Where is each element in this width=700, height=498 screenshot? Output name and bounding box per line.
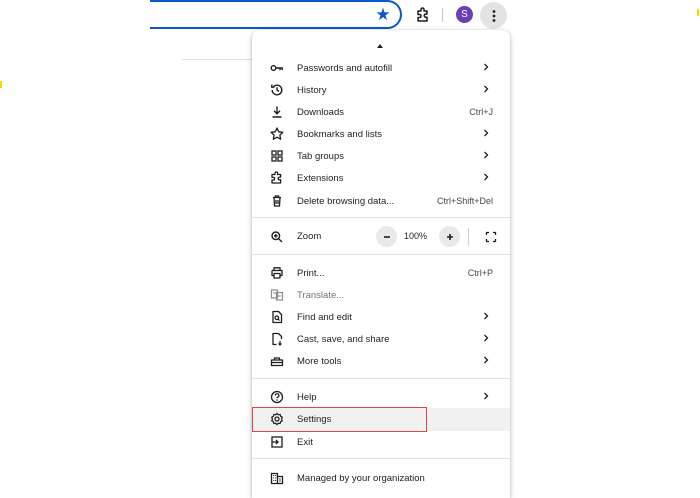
shortcut-label: Ctrl+Shift+Del (436, 196, 493, 206)
zoom-row: Zoom 100% (252, 226, 510, 248)
exit-icon (269, 434, 285, 450)
bookmark-star-icon[interactable]: ★ (374, 6, 392, 24)
menu-divider (252, 217, 510, 218)
chevron-right-icon (480, 390, 492, 402)
menu-item-find-and-edit[interactable]: Find and edit (252, 306, 510, 328)
menu-item-label: Downloads (297, 106, 344, 118)
translate-icon (269, 287, 285, 303)
printer-icon (269, 265, 285, 281)
menu-item-translate: Translate... (252, 284, 510, 306)
shortcut-label: Ctrl+P (467, 268, 493, 278)
chevron-right-icon (480, 83, 492, 95)
zoom-separator (468, 228, 469, 246)
menu-item-label: Help (297, 391, 317, 403)
menu-item-print[interactable]: Print... Ctrl+P (252, 262, 510, 284)
chrome-menu: Passwords and autofill History Downloads… (252, 30, 510, 498)
menu-item-label: Exit (297, 436, 313, 448)
menu-item-label: Managed by your organization (297, 472, 425, 484)
chevron-right-icon (480, 127, 492, 139)
chevron-right-icon (480, 171, 492, 183)
download-icon (269, 104, 285, 120)
fullscreen-icon (485, 231, 496, 242)
chevron-right-icon (480, 310, 492, 322)
menu-item-tab-groups[interactable]: Tab groups (252, 145, 510, 167)
menu-item-label: Delete browsing data... (297, 195, 395, 207)
more-vert-icon[interactable] (480, 2, 507, 29)
menu-item-history[interactable]: History (252, 79, 510, 101)
star-outline-icon (269, 126, 285, 142)
zoom-out-button[interactable] (376, 226, 397, 247)
extensions-icon[interactable] (413, 5, 433, 25)
menu-item-label: Tab groups (297, 150, 345, 162)
zoom-in-button[interactable] (439, 226, 460, 247)
key-icon (269, 60, 285, 76)
menu-item-extensions[interactable]: Extensions (252, 167, 510, 189)
settings-highlight-box (252, 407, 427, 432)
zoom-label: Zoom (297, 231, 322, 242)
chevron-right-icon (480, 61, 492, 73)
history-icon (269, 82, 285, 98)
menu-divider (252, 458, 510, 459)
help-icon (269, 389, 285, 405)
zoom-icon (269, 229, 285, 245)
puzzle-icon (269, 170, 285, 186)
menu-item-label: Passwords and autofill (297, 62, 393, 74)
menu-item-label: Find and edit (297, 311, 352, 323)
menu-item-cast-save-share[interactable]: Cast, save, and share (252, 328, 510, 350)
menu-item-bookmarks[interactable]: Bookmarks and lists (252, 123, 510, 145)
menu-item-label: Translate... (297, 289, 345, 301)
building-icon (269, 470, 285, 486)
shortcut-label: Ctrl+J (469, 107, 493, 117)
menu-item-managed[interactable]: Managed by your organization (252, 467, 510, 489)
menu-item-help[interactable]: Help (252, 386, 510, 408)
menu-divider (252, 378, 510, 379)
chevron-right-icon (480, 354, 492, 366)
menu-divider (252, 254, 510, 255)
find-icon (269, 309, 285, 325)
marker (697, 9, 699, 16)
menu-item-label: History (297, 84, 327, 96)
toolbox-icon (269, 353, 285, 369)
chevron-right-icon (480, 332, 492, 344)
menu-item-label: Print... (297, 267, 325, 279)
page-divider (182, 59, 252, 60)
menu-item-delete-browsing-data[interactable]: Delete browsing data... Ctrl+Shift+Del (252, 190, 510, 212)
chevron-right-icon (480, 149, 492, 161)
menu-item-more-tools[interactable]: More tools (252, 350, 510, 372)
menu-item-label: More tools (297, 355, 342, 367)
grid-icon (269, 148, 285, 164)
cast-icon (269, 331, 285, 347)
zoom-value: 100% (404, 231, 428, 241)
address-bar[interactable] (150, 0, 402, 29)
menu-item-exit[interactable]: Exit (252, 431, 510, 453)
marker (0, 81, 2, 88)
menu-item-label: Bookmarks and lists (297, 128, 383, 140)
caret-up-icon (377, 44, 383, 48)
fullscreen-button[interactable] (480, 226, 501, 247)
trash-icon (269, 193, 285, 209)
menu-item-label: Extensions (297, 172, 344, 184)
toolbar-separator (442, 8, 443, 22)
avatar[interactable]: S (456, 6, 473, 23)
menu-item-downloads[interactable]: Downloads Ctrl+J (252, 101, 510, 123)
menu-item-label: Cast, save, and share (297, 333, 390, 345)
menu-item-passwords[interactable]: Passwords and autofill (252, 57, 510, 79)
